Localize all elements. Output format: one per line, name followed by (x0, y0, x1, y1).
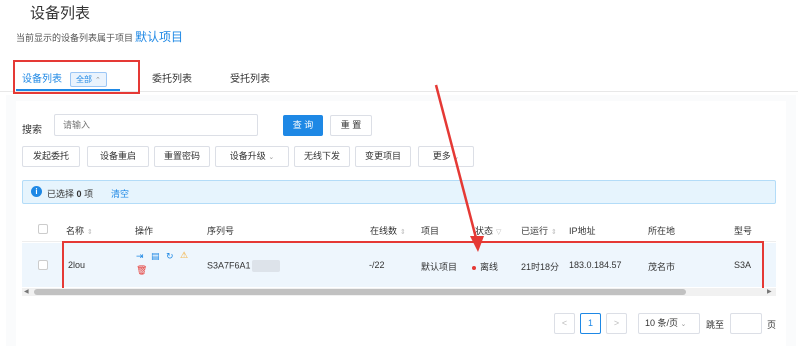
chevron-down-icon: ⌄ (453, 154, 460, 161)
highlight-box-tab (13, 60, 140, 94)
table-header: 名称 ⇕ 操作 序列号 在线数 ⇕ 项目 状态 ▽ 已运行 ⇕ IP地址 所在地 型号 (22, 216, 776, 242)
device-reboot-button[interactable]: 设备重启 (87, 146, 149, 167)
column-model: 型号 (734, 226, 753, 236)
scroll-right-icon[interactable]: ▶ (767, 288, 772, 295)
row-checkbox[interactable] (38, 260, 48, 270)
info-icon: i (31, 186, 42, 197)
column-serial: 序列号 (207, 226, 235, 236)
reset-button[interactable]: 重 置 (330, 115, 372, 136)
tab-delegated-list[interactable]: 委托列表 (152, 70, 192, 85)
project-subtitle: 当前显示的设备列表属于项目 默认项目 (16, 28, 183, 45)
sort-icon[interactable]: ⇕ (400, 229, 406, 236)
scroll-thumb[interactable] (34, 289, 686, 295)
page-title: 设备列表 (30, 5, 91, 22)
search-input[interactable] (54, 114, 258, 136)
clear-selection-link[interactable]: 清空 (111, 187, 129, 200)
next-page-button[interactable]: > (606, 313, 627, 334)
page-size-value: 10 条/页 (645, 318, 679, 328)
device-upgrade-label: 设备升级 (229, 151, 266, 161)
wireless-push-button[interactable]: 无线下发 (294, 146, 350, 167)
column-actions: 操作 (135, 226, 154, 236)
selection-prefix: 已选择 (47, 189, 75, 199)
page-1-button[interactable]: 1 (580, 313, 601, 334)
prev-page-button[interactable]: < (554, 313, 575, 334)
more-label: 更多 (432, 151, 451, 161)
sort-icon[interactable]: ⇕ (87, 229, 93, 236)
reset-password-button[interactable]: 重置密码 (154, 146, 210, 167)
project-name-link[interactable]: 默认项目 (135, 30, 183, 44)
jump-page-input[interactable] (730, 313, 762, 334)
column-online-label: 在线数 (370, 226, 398, 236)
change-project-button[interactable]: 变更项目 (355, 146, 411, 167)
page-unit-label: 页 (767, 320, 777, 330)
selection-count: 0 (76, 189, 82, 199)
delegate-button[interactable]: 发起委托 (22, 146, 80, 167)
highlight-box-row (62, 241, 764, 292)
column-name[interactable]: 名称 ⇕ (66, 224, 93, 237)
sort-icon[interactable]: ⇕ (551, 229, 557, 236)
chevron-down-icon: ⌄ (268, 154, 275, 161)
search-label: 搜索 (22, 125, 42, 136)
tab-received-list[interactable]: 受托列表 (230, 70, 270, 85)
query-button[interactable]: 查 询 (283, 115, 323, 136)
column-status[interactable]: 状态 ▽ (475, 224, 501, 237)
column-name-label: 名称 (66, 226, 85, 236)
selection-alert: i 已选择 0 项 清空 (22, 180, 776, 204)
more-button[interactable]: 更多 ⌄ (418, 146, 474, 167)
page-size-select[interactable]: 10 条/页 ⌄ (638, 313, 700, 334)
selection-suffix: 项 (84, 189, 94, 199)
column-project: 项目 (421, 226, 440, 236)
subtitle-prefix: 当前显示的设备列表属于项目 (16, 33, 134, 43)
chevron-down-icon: ⌄ (680, 321, 687, 328)
filter-icon[interactable]: ▽ (496, 229, 501, 236)
jump-label: 跳至 (706, 320, 725, 330)
column-status-label: 状态 (475, 226, 494, 236)
horizontal-scrollbar[interactable]: ◀ ▶ (22, 288, 776, 296)
column-location: 所在地 (648, 226, 676, 236)
column-uptime[interactable]: 已运行 ⇕ (521, 224, 557, 237)
selection-text: 已选择 0 项 (47, 187, 93, 200)
device-upgrade-button[interactable]: 设备升级 ⌄ (215, 146, 289, 167)
select-all-checkbox[interactable] (38, 224, 48, 234)
scroll-left-icon[interactable]: ◀ (24, 288, 29, 295)
column-ip: IP地址 (569, 226, 596, 236)
column-uptime-label: 已运行 (521, 226, 549, 236)
column-online[interactable]: 在线数 ⇕ (370, 224, 406, 237)
